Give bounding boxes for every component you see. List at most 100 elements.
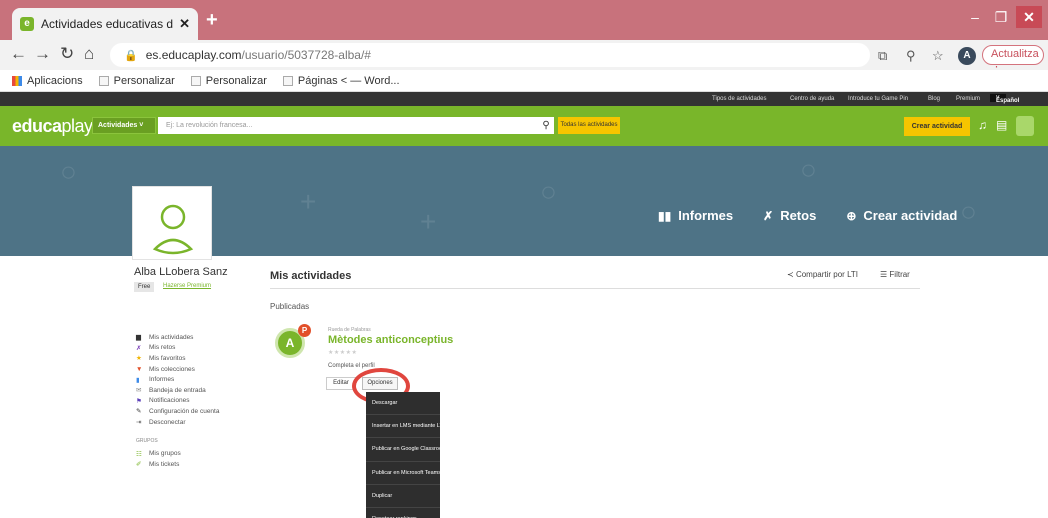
- banner-link-retos[interactable]: ✗ Retos: [763, 208, 816, 223]
- new-tab-button[interactable]: +: [206, 10, 218, 30]
- top-link-premium[interactable]: Premium: [956, 96, 980, 102]
- flag-icon: ⚑: [136, 397, 142, 405]
- bookmark-paginas-word[interactable]: Páginas < — Word...: [282, 74, 400, 87]
- menu-item-informes[interactable]: ▮ Informes: [136, 374, 219, 385]
- banner-actions: ▮▮ Informes ✗ Retos ⊕ Crear actividad: [658, 208, 987, 223]
- back-arrow-icon[interactable]: ←: [10, 44, 27, 64]
- option-microsoft-teams[interactable]: Publicar en Microsoft Teams: [366, 462, 441, 485]
- menu-label: Mis colecciones: [149, 365, 195, 373]
- wrench-icon: ✎: [136, 408, 142, 416]
- apps-grid-icon: [12, 75, 22, 86]
- educaplay-logo[interactable]: educaplay: [12, 116, 93, 137]
- browser-tab-bar: e Actividades educativas de Alba L ✕ + –…: [0, 0, 1048, 40]
- chart-icon: ▮▮: [658, 208, 672, 223]
- menu-item-mis-actividades[interactable]: ▆ Mis actividades: [136, 332, 219, 343]
- profile-avatar[interactable]: A: [958, 47, 976, 65]
- filter-button[interactable]: ☰ Filtrar: [880, 270, 910, 279]
- reports-icon: ▮: [136, 376, 140, 384]
- menu-item-desconectar[interactable]: ⇥ Desconectar: [136, 417, 219, 428]
- menu-item-configuracion[interactable]: ✎ Configuración de cuenta: [136, 406, 219, 417]
- banner-link-informes[interactable]: ▮▮ Informes: [658, 208, 733, 223]
- section-label: Publicadas: [270, 302, 310, 311]
- update-button[interactable]: Actualitza ⋮: [982, 45, 1044, 77]
- profile-avatar-box[interactable]: [132, 186, 212, 260]
- bookmark-personalizar-1[interactable]: Personalizar: [98, 75, 175, 87]
- top-link-blog[interactable]: Blog: [928, 96, 940, 102]
- forward-arrow-icon[interactable]: →: [34, 44, 51, 64]
- messages-icon[interactable]: ▤: [996, 118, 1007, 132]
- minimize-icon[interactable]: –: [964, 6, 986, 28]
- option-insertar-lti[interactable]: Insertar en LMS mediante LTI: [366, 415, 444, 439]
- page-icon: [282, 75, 293, 86]
- bookmark-label: Páginas < — Word...: [297, 74, 400, 87]
- menu-item-bandeja[interactable]: ✉ Bandeja de entrada: [136, 385, 219, 396]
- create-activity-button[interactable]: Crear actividad: [904, 117, 970, 136]
- groups-icon: ☷: [136, 450, 142, 458]
- star-icon: ★: [136, 355, 142, 363]
- decor-plus-icon: +: [300, 186, 317, 217]
- decor-plus-icon: +: [420, 206, 437, 237]
- plus-circle-icon: ⊕: [846, 208, 857, 223]
- menu-item-favoritos[interactable]: ★ Mis favoritos: [136, 353, 219, 364]
- site-top-links: Tipos de actividades Centro de ayuda Int…: [0, 92, 1048, 106]
- filter-icon: ☰: [880, 270, 888, 279]
- user-name: Alba LLobera Sanz: [134, 266, 228, 278]
- site-header: educaplay Actividades ˅ Ej: La revolució…: [0, 106, 1048, 146]
- share-lti-button[interactable]: ≺ Compartir por LTI: [787, 270, 858, 279]
- bookmark-apps[interactable]: Aplicacions: [12, 75, 83, 87]
- banner-link-label: Retos: [780, 208, 817, 223]
- url-bar[interactable]: 🔒 es.educaplay.com/usuario/5037728-alba/…: [110, 43, 870, 67]
- user-avatar-icon[interactable]: [1016, 116, 1034, 136]
- option-resetear-rankings[interactable]: Resetear rankings: [366, 508, 440, 518]
- option-duplicar[interactable]: Duplicar: [366, 485, 440, 508]
- bell-icon[interactable]: ♫: [978, 118, 987, 132]
- banner-link-label: Crear actividad: [863, 208, 958, 223]
- challenges-icon: ✗: [136, 344, 142, 352]
- menu-item-mis-grupos[interactable]: ☷ Mis grupos: [136, 448, 219, 459]
- bookmark-star-icon[interactable]: ☆: [932, 48, 944, 64]
- close-window-icon[interactable]: ✕: [1016, 6, 1042, 28]
- banner-link-crear[interactable]: ⊕ Crear actividad: [846, 208, 957, 223]
- banner-link-label: Informes: [678, 208, 734, 223]
- activities-label: Actividades: [98, 122, 138, 129]
- maximize-icon[interactable]: ❐: [990, 6, 1012, 28]
- educaplay-favicon-icon: e: [20, 17, 34, 31]
- bookmark-personalizar-2[interactable]: Personalizar: [190, 74, 267, 87]
- bookmark-label: Personalizar: [205, 74, 267, 87]
- user-silhouette-icon: [152, 204, 194, 255]
- decor-circle-icon: ○: [60, 156, 77, 187]
- close-tab-icon[interactable]: ✕: [179, 16, 190, 32]
- translate-icon[interactable]: ⧉: [878, 48, 887, 64]
- top-link-tipos[interactable]: Tipos de actividades: [712, 96, 766, 102]
- menu-label: Mis retos: [149, 344, 176, 352]
- browser-tab[interactable]: e Actividades educativas de Alba L ✕: [12, 8, 198, 40]
- premium-link[interactable]: Hazerse Premium: [163, 283, 211, 289]
- menu-item-colecciones[interactable]: ▼ Mis colecciones: [136, 364, 219, 375]
- option-google-classroom[interactable]: Publicar en Google Classroom: [366, 438, 447, 462]
- menu-item-notificaciones[interactable]: ⚑ Notificaciones: [136, 396, 219, 407]
- search-icon[interactable]: ⚲: [538, 117, 554, 134]
- home-icon[interactable]: ⌂: [84, 44, 94, 64]
- divider: [270, 288, 920, 289]
- option-descargar[interactable]: Descargar: [366, 392, 440, 416]
- menu-label: Notificaciones: [149, 397, 190, 405]
- menu-label: Configuración de cuenta: [149, 407, 220, 415]
- menu-item-mis-tickets[interactable]: ✐ Mis tickets: [136, 459, 219, 470]
- update-label: Actualitza: [991, 48, 1039, 60]
- options-dropdown-menu: Descargar Insertar en LMS mediante LTI P…: [366, 392, 447, 518]
- logo-bold: educa: [12, 116, 62, 136]
- reload-icon[interactable]: ↻: [60, 44, 74, 64]
- activity-title[interactable]: Mètodes anticonceptius: [328, 334, 453, 346]
- menu-item-mis-retos[interactable]: ✗ Mis retos: [136, 343, 219, 354]
- search-input[interactable]: Ej: La revolución francesa...: [158, 117, 554, 134]
- menu-label: Mis actividades: [149, 333, 194, 341]
- top-link-ayuda[interactable]: Centro de ayuda: [790, 96, 834, 102]
- activities-dropdown-button[interactable]: Actividades ˅: [92, 117, 156, 134]
- zoom-icon[interactable]: ⚲: [906, 48, 916, 64]
- language-selector[interactable]: Español ˅: [990, 94, 1019, 104]
- top-link-gamepin[interactable]: Introduce tu Game Pin: [848, 96, 908, 102]
- all-activities-button[interactable]: Todas las actividades: [558, 117, 620, 134]
- inbox-icon: ✉: [136, 387, 142, 395]
- ticket-icon: ✐: [136, 461, 142, 469]
- groups-heading: GRUPOS: [136, 438, 158, 445]
